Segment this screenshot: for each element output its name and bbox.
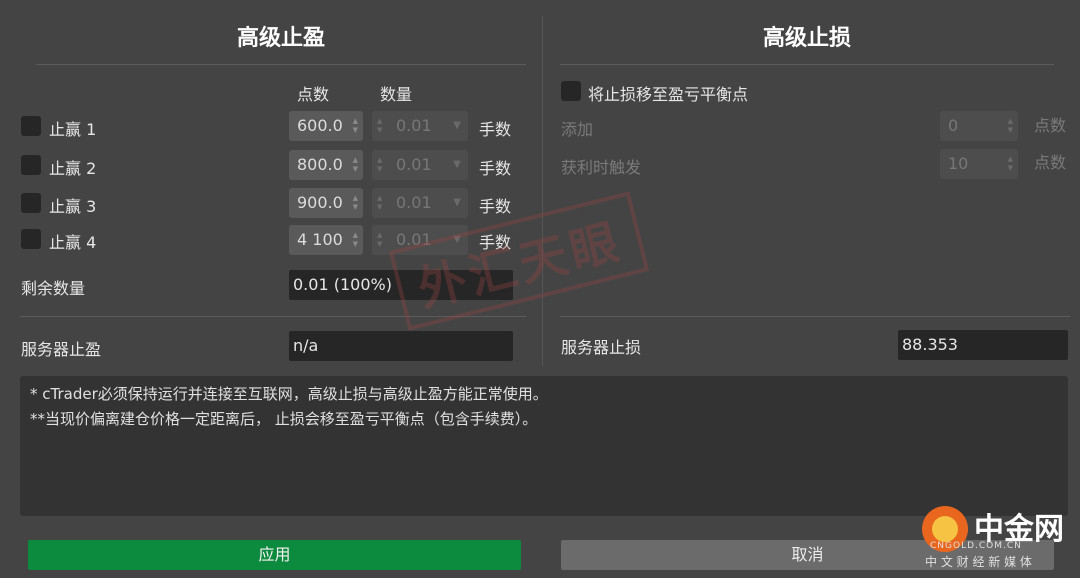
chevron-down-icon: ▼ [453, 120, 461, 131]
server-tp-label: 服务器止盈 [21, 340, 102, 359]
tp1-label: 止赢 1 [49, 120, 97, 139]
tp2-unit: 手数 [479, 159, 512, 178]
tp1-quantity-select[interactable]: ▲ ▼ 0.01 ▼ [372, 111, 468, 141]
tp1-checkbox[interactable] [21, 116, 41, 136]
tp2-points-stepper[interactable]: 800.0 ▲ ▼ [289, 150, 363, 180]
server-sl-label: 服务器止损 [561, 338, 642, 357]
trigger-points-stepper[interactable]: 10 ▲ ▼ [940, 149, 1018, 179]
stepper-arrows-icon: ▲ ▼ [377, 117, 383, 134]
tp4-checkbox[interactable] [21, 229, 41, 249]
add-points-stepper[interactable]: 0 ▲ ▼ [940, 111, 1018, 141]
tp2-label: 止赢 2 [49, 159, 97, 178]
col-header-quantity: 数量 [380, 85, 413, 104]
tp1-points-value: 600.0 [297, 116, 343, 135]
tp1-unit: 手数 [479, 120, 512, 139]
tp3-checkbox[interactable] [21, 193, 41, 213]
add-points-value: 0 [948, 116, 959, 135]
divider [560, 64, 1054, 65]
stepper-arrows-icon: ▲ ▼ [377, 231, 383, 248]
tp2-quantity-value: 0.01 [396, 155, 432, 174]
note-line: * cTrader必须保持运行并连接至互联网，高级止损与高级止盈方能正常使用。 [30, 385, 548, 403]
tp4-points-stepper[interactable]: 4 100 ▲ ▼ [289, 225, 363, 255]
chevron-down-icon: ▼ [453, 159, 461, 170]
logo-inner-icon [932, 516, 958, 542]
tp2-checkbox[interactable] [21, 155, 41, 175]
tp3-points-value: 900.0 [297, 193, 343, 212]
stepper-arrows-icon: ▲ ▼ [352, 194, 358, 211]
stepper-arrows-icon: ▲ ▼ [352, 117, 358, 134]
stepper-arrows-icon: ▲ ▼ [1007, 155, 1013, 172]
server-sl-field: 88.353 [898, 330, 1068, 360]
tp2-points-value: 800.0 [297, 155, 343, 174]
add-label: 添加 [561, 120, 594, 139]
tp3-label: 止赢 3 [49, 197, 97, 216]
trigger-unit: 点数 [1034, 153, 1067, 172]
tp3-points-stepper[interactable]: 900.0 ▲ ▼ [289, 188, 363, 218]
logo-subtitle: 中 文 财 经 新 媒 体 [925, 555, 1032, 569]
tp4-label: 止赢 4 [49, 233, 97, 252]
col-header-points: 点数 [297, 85, 330, 104]
stepper-arrows-icon: ▲ ▼ [352, 231, 358, 248]
breakeven-checkbox[interactable] [561, 81, 581, 101]
tp4-points-value: 4 100 [297, 230, 343, 249]
logo-url: CNGOLD.COM.CN [930, 541, 1022, 551]
tp3-unit: 手数 [479, 197, 512, 216]
stepper-arrows-icon: ▲ ▼ [377, 194, 383, 211]
notes-panel: * cTrader必须保持运行并连接至互联网，高级止损与高级止盈方能正常使用。 … [20, 376, 1068, 516]
stepper-arrows-icon: ▲ ▼ [377, 156, 383, 173]
tp1-points-stepper[interactable]: 600.0 ▲ ▼ [289, 111, 363, 141]
server-tp-field: n/a [289, 331, 513, 361]
take-profit-title: 高级止盈 [236, 26, 325, 51]
breakeven-label: 将止损移至盈亏平衡点 [588, 85, 749, 104]
remaining-quantity-label: 剩余数量 [21, 279, 86, 298]
tp3-quantity-value: 0.01 [396, 193, 432, 212]
divider [560, 316, 1070, 317]
column-divider [542, 16, 543, 366]
stop-loss-title: 高级止损 [762, 26, 851, 51]
tp3-quantity-select[interactable]: ▲ ▼ 0.01 ▼ [372, 188, 468, 218]
apply-button[interactable]: 应用 [28, 540, 521, 570]
trigger-label: 获利时触发 [561, 158, 642, 177]
stepper-arrows-icon: ▲ ▼ [1007, 117, 1013, 134]
divider [36, 64, 526, 65]
add-unit: 点数 [1034, 116, 1067, 135]
note-line: **当现价偏离建仓价格一定距离后， 止损会移至盈亏平衡点（包含手续费）。 [30, 410, 538, 428]
tp1-quantity-value: 0.01 [396, 116, 432, 135]
chevron-down-icon: ▼ [453, 197, 461, 208]
tp2-quantity-select[interactable]: ▲ ▼ 0.01 ▼ [372, 150, 468, 180]
stepper-arrows-icon: ▲ ▼ [352, 156, 358, 173]
trigger-points-value: 10 [948, 154, 969, 173]
